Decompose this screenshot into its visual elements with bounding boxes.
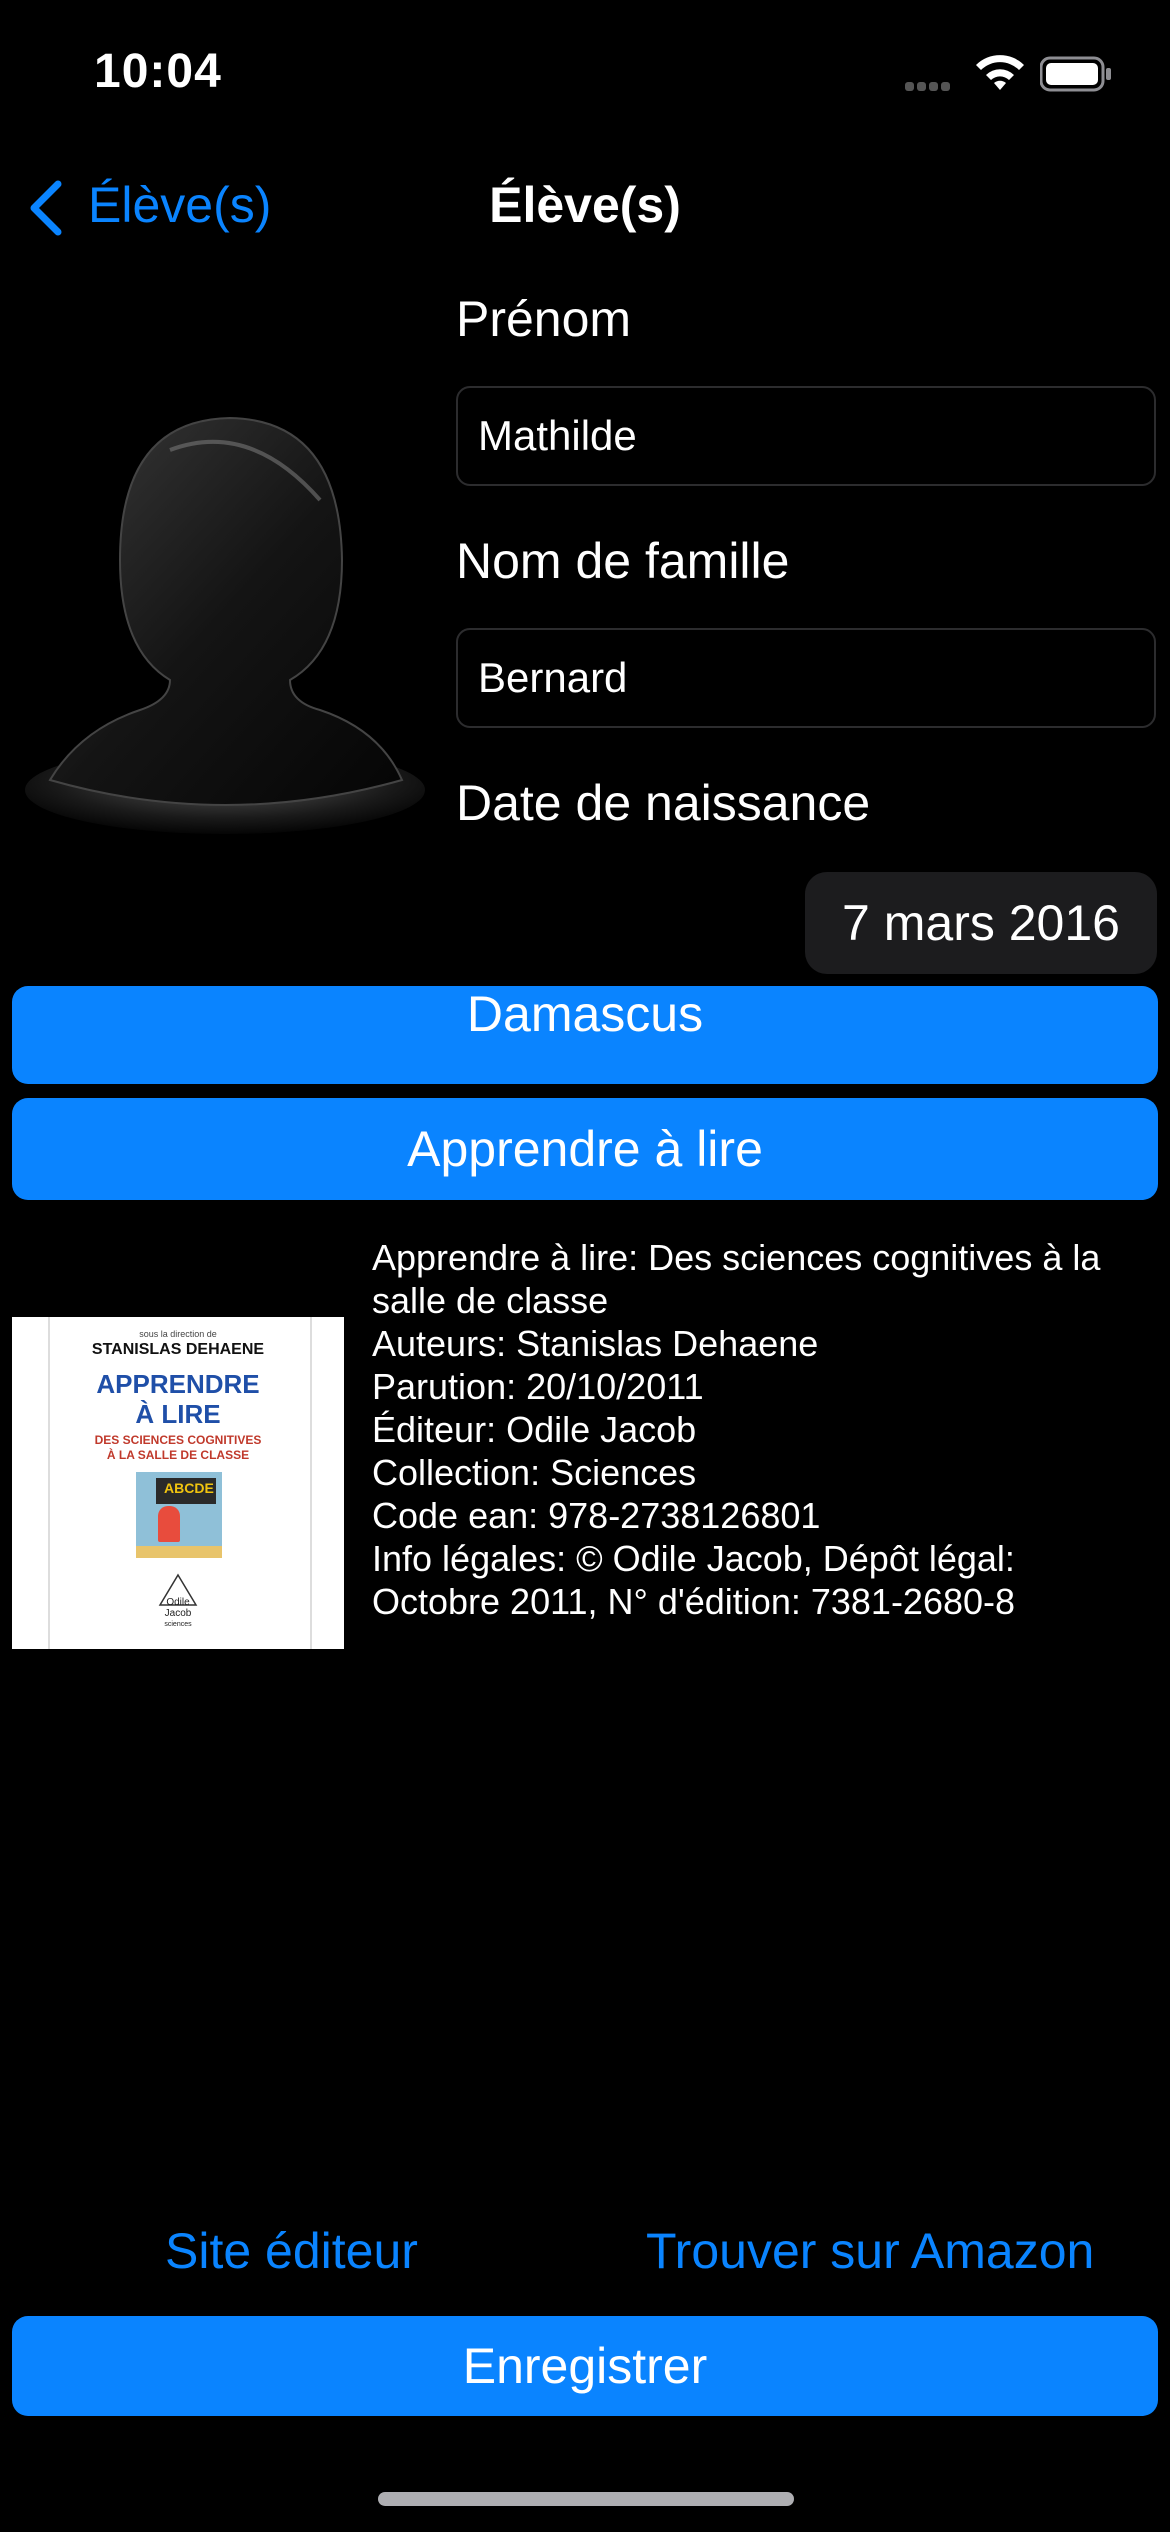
battery-icon [1040,56,1111,92]
wifi-icon [976,55,1024,90]
damascus-button-label: Damascus [466,986,704,1042]
cellular-signal-icon [905,78,965,92]
cover-publisher-line2: Jacob [164,1608,192,1619]
last-name-label: Nom de famille [456,533,790,589]
birthdate-picker[interactable]: 7 mars 2016 [805,872,1157,974]
status-time: 10:04 [94,45,222,98]
cover-title-line1: APPRENDRE [96,1369,260,1399]
book-collection-line: Collection: Sciences [372,1452,697,1493]
cover-author: STANISLAS DEHAENE [91,1341,265,1358]
home-indicator [378,2492,794,2506]
book-authors-line: Auteurs: Stanislas Dehaene [372,1323,819,1364]
page-title: Élève(s) [489,177,681,233]
cover-publisher-line1: Odile [166,1597,190,1608]
cover-title-line2: À LIRE [135,1399,221,1429]
first-name-field[interactable] [456,386,1156,486]
book-cover-image: sous la direction de STANISLAS DEHAENE A… [12,1317,344,1649]
learn-to-read-button[interactable]: Apprendre à lire [12,1098,1158,1200]
amazon-link[interactable]: Trouver sur Amazon [646,2222,1094,2280]
damascus-button[interactable]: Damascus [12,986,1158,1084]
book-date-line: Parution: 20/10/2011 [372,1366,704,1407]
publisher-site-link[interactable]: Site éditeur [165,2222,418,2280]
save-button[interactable]: Enregistrer [12,2316,1158,2416]
book-title-line: Apprendre à lire: Des sciences cognitive… [372,1237,1101,1321]
book-legal-line: Info légales: © Odile Jacob, Dépôt légal… [372,1538,1016,1622]
cover-subtitle-line2: À LA SALLE DE CLASSE [106,1448,250,1462]
first-name-label: Prénom [456,291,632,347]
cover-series: sciences [164,1621,192,1628]
book-ean-line: Code ean: 978-2738126801 [372,1495,821,1536]
cover-director-line: sous la direction de [139,1329,217,1339]
avatar-placeholder-icon[interactable] [20,410,430,840]
last-name-field[interactable] [456,628,1156,728]
birthdate-label: Date de naissance [456,775,871,831]
book-publisher-line: Éditeur: Odile Jacob [372,1409,697,1450]
book-details: Apprendre à lire: Des sciences cognitive… [372,1236,1152,1623]
cover-subtitle-line1: DES SCIENCES COGNITIVES [94,1433,262,1447]
cover-illustration: ABCDE [136,1472,222,1558]
